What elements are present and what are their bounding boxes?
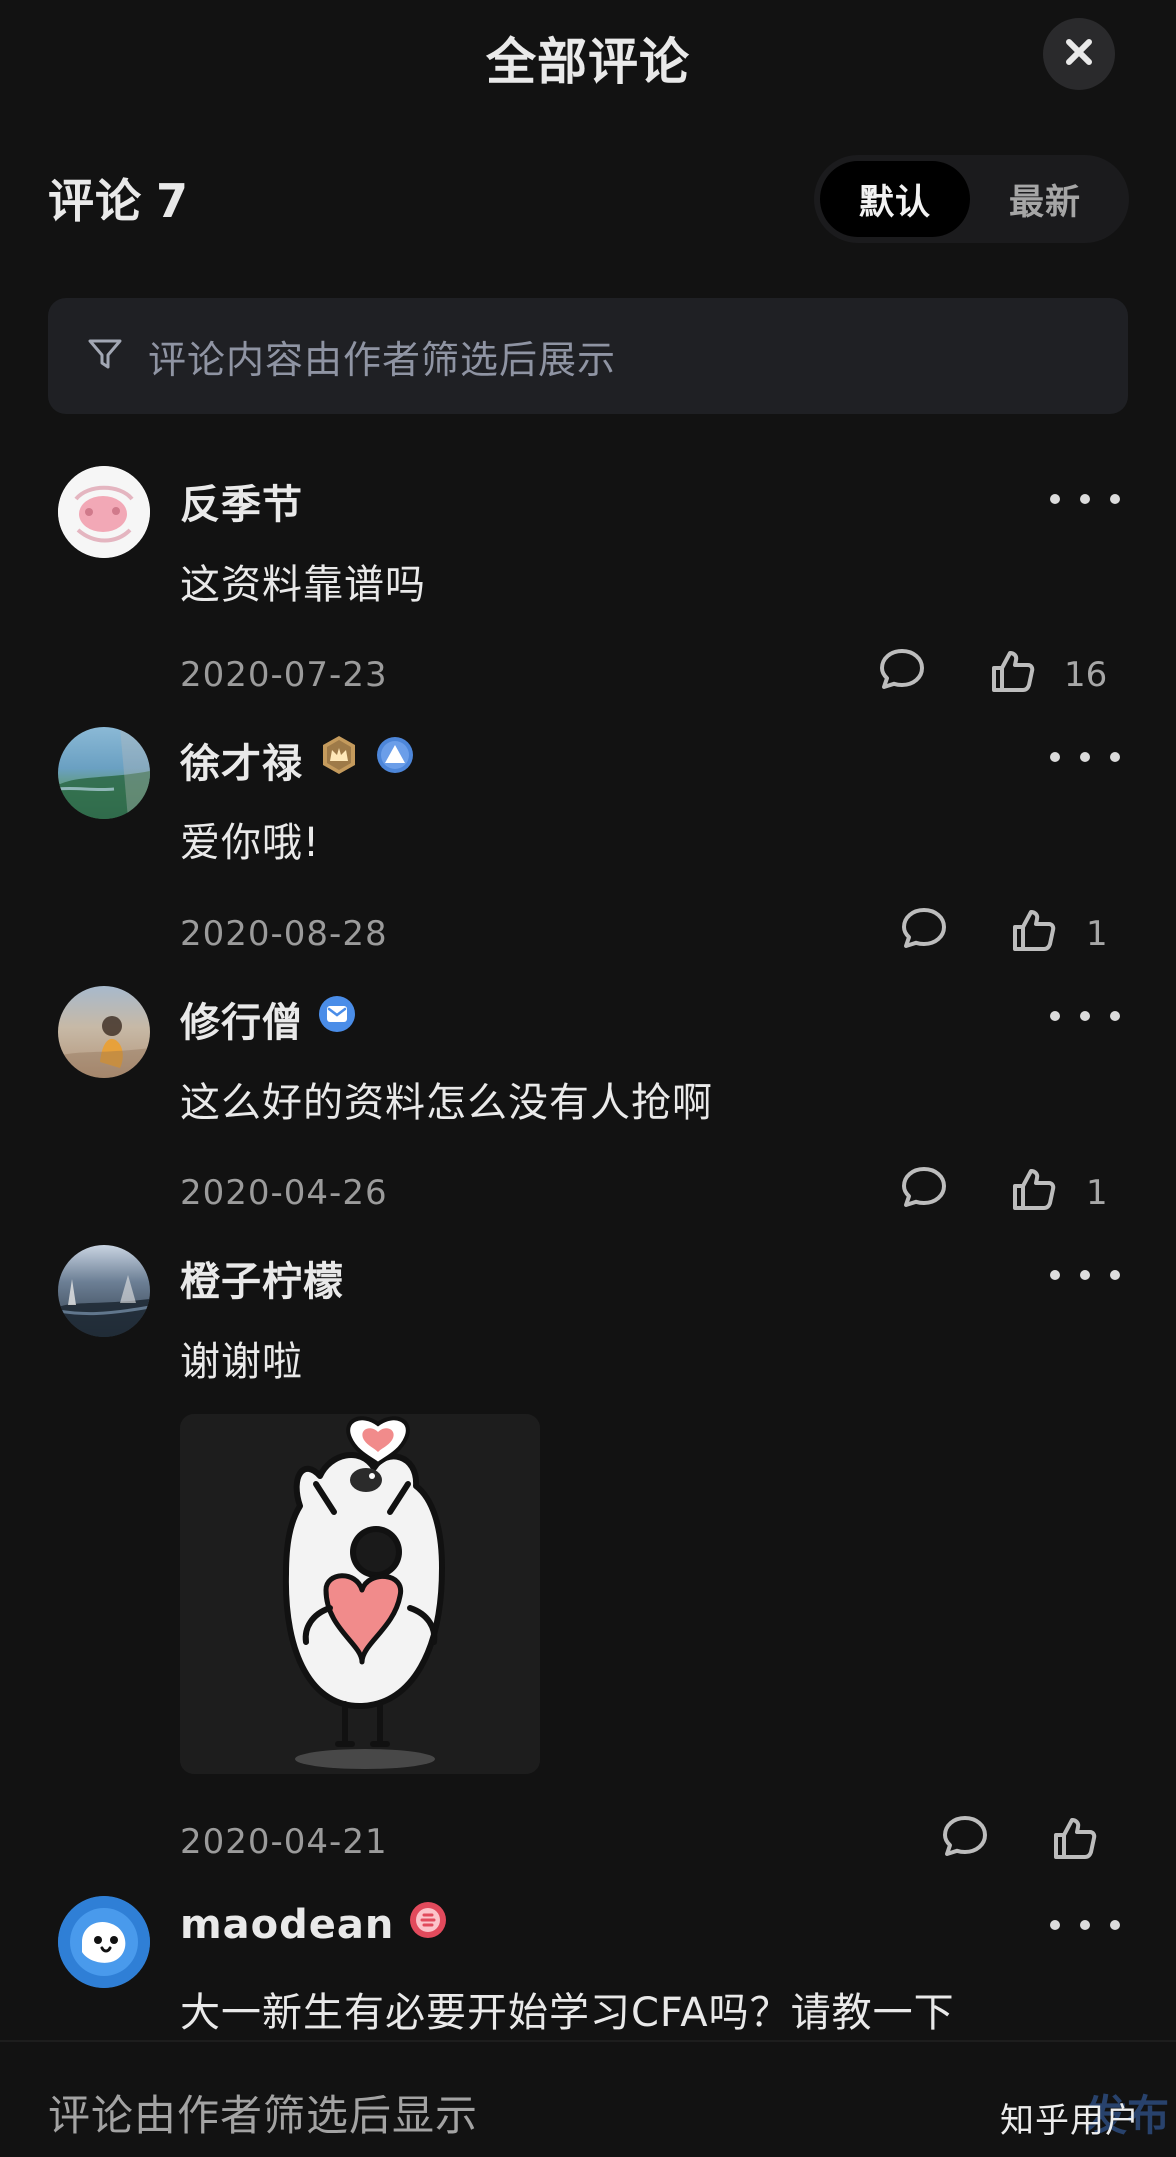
more-dot xyxy=(1110,494,1120,504)
comment-author[interactable]: 反季节 xyxy=(180,472,303,530)
filter-icon xyxy=(84,333,126,379)
red-badge-icon xyxy=(408,1900,448,1950)
verified-mail-badge-icon xyxy=(317,994,357,1044)
more-dot xyxy=(1050,1270,1060,1280)
thumbs-up-icon xyxy=(1005,902,1061,962)
more-dot xyxy=(1110,1270,1120,1280)
reply-button[interactable] xyxy=(937,1810,993,1870)
thumbs-up-icon xyxy=(984,643,1040,703)
reply-button[interactable] xyxy=(896,902,952,962)
more-dot xyxy=(1050,1011,1060,1021)
level-badge-icon xyxy=(375,735,415,785)
comment-bubble-icon xyxy=(896,902,952,962)
more-dot xyxy=(1080,1011,1090,1021)
more-dot xyxy=(1050,1920,1060,1930)
comment-content: 大一新生有必要开始学习CFA吗？请教一下 xyxy=(180,1990,955,2036)
thumbs-up-icon xyxy=(1046,1810,1102,1870)
more-dot xyxy=(1080,494,1090,504)
reply-button[interactable] xyxy=(896,1161,952,1221)
like-button[interactable] xyxy=(1046,1810,1102,1870)
comment-bubble-icon xyxy=(896,1161,952,1221)
author-name[interactable]: 修行僧 xyxy=(180,990,303,1048)
comment-bubble-icon xyxy=(874,643,930,703)
avatar[interactable] xyxy=(58,1896,150,1988)
comment-input-placeholder[interactable]: 评论由作者筛选后显示 xyxy=(48,2082,478,2143)
like-button[interactable] xyxy=(1005,1161,1061,1221)
crown-badge-icon xyxy=(317,733,361,787)
sort-default[interactable]: 默认 xyxy=(820,161,970,237)
more-options-button[interactable] xyxy=(1050,742,1120,772)
more-dot xyxy=(1110,1920,1120,1930)
like-button[interactable] xyxy=(1005,902,1061,962)
more-dot xyxy=(1080,1270,1090,1280)
close-button[interactable] xyxy=(1043,18,1115,90)
comment-content: 爱你哦! xyxy=(180,820,321,866)
close-icon xyxy=(1062,35,1096,73)
comment-date: 2020-04-21 xyxy=(180,1822,388,1862)
author-name[interactable]: 橙子柠檬 xyxy=(180,1249,344,1307)
comment-date: 2020-07-23 xyxy=(180,655,388,695)
reply-button[interactable] xyxy=(874,643,930,703)
comment-image[interactable] xyxy=(180,1414,540,1774)
more-dot xyxy=(1110,1011,1120,1021)
more-options-button[interactable] xyxy=(1050,484,1120,514)
comment-content: 这么好的资料怎么没有人抢啊 xyxy=(180,1080,713,1126)
comment-date: 2020-08-28 xyxy=(180,914,388,954)
thumbs-up-icon xyxy=(1005,1161,1061,1221)
comment-date: 2020-04-26 xyxy=(180,1173,388,1213)
more-dot xyxy=(1050,494,1060,504)
comment-author[interactable]: 徐才禄 xyxy=(180,731,415,789)
comment-content: 这资料靠谱吗 xyxy=(180,562,426,608)
comments-header: 评论 7 xyxy=(48,165,189,231)
author-name[interactable]: 徐才禄 xyxy=(180,731,303,789)
avatar[interactable] xyxy=(58,727,150,819)
page-title: 全部评论 xyxy=(486,33,690,91)
like-count: 1 xyxy=(1086,914,1108,954)
comments-count: 7 xyxy=(156,174,190,228)
filter-banner: 评论内容由作者筛选后展示 xyxy=(48,298,1128,414)
author-name[interactable]: maodean xyxy=(180,1902,394,1948)
comment-bubble-icon xyxy=(937,1810,993,1870)
sort-latest[interactable]: 最新 xyxy=(970,161,1120,237)
comment-content: 谢谢啦 xyxy=(180,1339,303,1385)
author-name[interactable]: 反季节 xyxy=(180,472,303,530)
more-options-button[interactable] xyxy=(1050,1910,1120,1940)
comments-label: 评论 xyxy=(48,174,142,228)
like-button[interactable] xyxy=(984,643,1040,703)
comment-author[interactable]: maodean xyxy=(180,1900,448,1950)
like-count: 1 xyxy=(1086,1173,1108,1213)
avatar[interactable] xyxy=(58,466,150,558)
like-count: 16 xyxy=(1064,655,1108,695)
more-dot xyxy=(1050,752,1060,762)
more-dot xyxy=(1110,752,1120,762)
more-dot xyxy=(1080,1920,1090,1930)
sort-toggle[interactable]: 默认 最新 xyxy=(814,155,1129,243)
comment-author[interactable]: 橙子柠檬 xyxy=(180,1249,344,1307)
avatar[interactable] xyxy=(58,1245,150,1337)
more-options-button[interactable] xyxy=(1050,1001,1120,1031)
more-dot xyxy=(1080,752,1090,762)
filter-banner-text: 评论内容由作者筛选后展示 xyxy=(148,337,617,382)
avatar[interactable] xyxy=(58,986,150,1078)
watermark-text: 知乎用户 xyxy=(1000,2101,1140,2141)
more-options-button[interactable] xyxy=(1050,1260,1120,1290)
comment-author[interactable]: 修行僧 xyxy=(180,990,357,1048)
